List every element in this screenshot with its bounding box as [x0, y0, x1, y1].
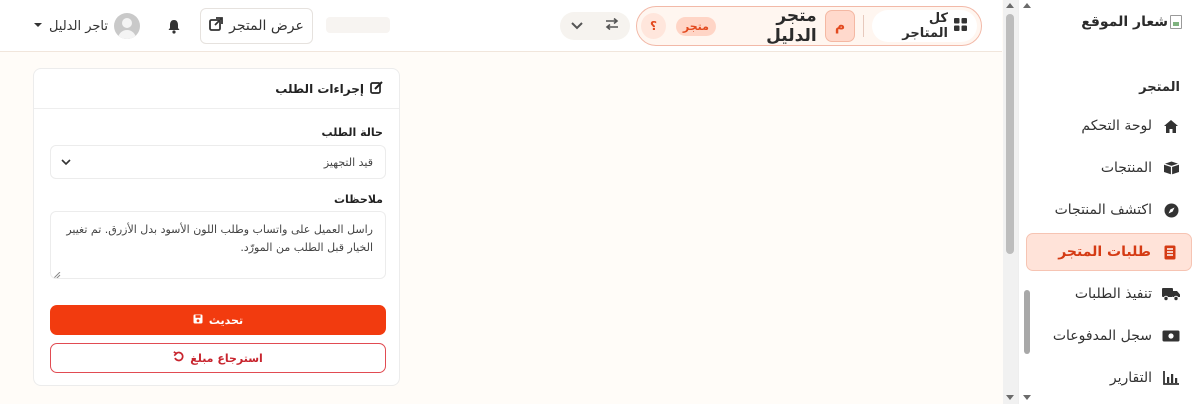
order-actions-card: إجراءات الطلب حالة الطلب قيد التجهيز ملا…	[33, 68, 400, 386]
all-stores-label: كل المتاجر	[902, 11, 948, 41]
sidebar-item-reports[interactable]: التقارير	[1026, 359, 1192, 397]
status-select[interactable]: قيد التجهيز	[50, 145, 386, 179]
sidebar-item-label: سجل المدفوعات	[1052, 328, 1152, 344]
top-bar: تاجر الدليل عرض المتجر كل المتاجر م متجر…	[0, 0, 1002, 52]
chart-icon	[1162, 369, 1180, 387]
sidebar-item-label: لوحة التحكم	[1081, 118, 1152, 134]
store-name: متجر الدليل	[766, 6, 817, 46]
scroll-thumb[interactable]	[1006, 14, 1014, 254]
sidebar-scrollbar[interactable]	[1021, 0, 1033, 404]
card-title: إجراءات الطلب	[275, 81, 364, 96]
sidebar-item-label: المنتجات	[1100, 160, 1152, 176]
sidebar-item-products[interactable]: المنتجات	[1026, 149, 1192, 187]
undo-icon	[173, 351, 184, 365]
view-store-label: عرض المتجر	[229, 18, 304, 34]
logo-text: شعار الموقع	[1081, 14, 1168, 30]
switch-arrows-icon	[605, 17, 619, 34]
main-scrollbar[interactable]	[1003, 0, 1018, 404]
edit-icon	[370, 80, 383, 97]
user-name: تاجر الدليل	[48, 18, 108, 34]
grid-icon	[954, 17, 967, 35]
scroll-down-arrow-icon[interactable]	[1006, 395, 1014, 400]
external-link-icon	[209, 17, 224, 35]
refund-label: استرجاع مبلغ	[190, 351, 263, 365]
store-switcher[interactable]	[560, 12, 630, 40]
home-icon	[1162, 117, 1180, 135]
divider	[863, 15, 865, 37]
view-store-button[interactable]: عرض المتجر	[200, 8, 313, 44]
placeholder-bar	[326, 17, 390, 33]
sidebar-item-payments[interactable]: سجل المدفوعات	[1026, 317, 1192, 355]
sidebar-item-store-orders[interactable]: طلبات المتجر	[1026, 233, 1192, 271]
update-button[interactable]: تحديث	[50, 305, 386, 335]
notes-textarea[interactable]: راسل العميل على واتساب وطلب اللون الأسود…	[50, 211, 386, 279]
sidebar-item-label: التقارير	[1109, 370, 1152, 386]
logo-image-icon	[1170, 15, 1182, 29]
scroll-up-arrow-icon[interactable]	[1006, 3, 1014, 8]
box-icon	[1162, 159, 1180, 177]
money-icon	[1162, 327, 1180, 345]
sidebar-item-label: تنفيذ الطلبات	[1074, 286, 1152, 302]
store-type-badge: متجر	[675, 16, 716, 36]
notes-text: راسل العميل على واتساب وطلب اللون الأسود…	[66, 223, 373, 254]
scroll-thumb[interactable]	[1024, 290, 1030, 354]
section-title-store: المتجر	[1139, 80, 1180, 95]
chevron-down-icon	[61, 156, 71, 169]
sidebar-item-label: اكتشف المنتجات	[1054, 202, 1152, 218]
status-label: حالة الطلب	[321, 126, 383, 139]
sidebar: شعار الموقع المتجر لوحة التحكم المنتجات …	[1018, 0, 1200, 404]
truck-icon	[1162, 285, 1180, 303]
avatar	[114, 13, 140, 39]
scroll-up-arrow-icon[interactable]	[1023, 3, 1031, 8]
user-menu[interactable]: تاجر الدليل	[26, 12, 140, 40]
sidebar-nav: لوحة التحكم المنتجات اكتشف المنتجات طلبا…	[1018, 107, 1200, 401]
receipt-icon	[1161, 243, 1179, 261]
save-icon	[193, 314, 203, 327]
chevron-down-icon	[571, 19, 583, 34]
compass-icon	[1162, 201, 1180, 219]
scroll-down-arrow-icon[interactable]	[1023, 395, 1031, 400]
notes-label: ملاحظات	[334, 193, 383, 206]
site-logo[interactable]: شعار الموقع	[1081, 14, 1182, 30]
help-button[interactable]: ؟	[641, 13, 666, 39]
caret-down-icon	[33, 19, 43, 34]
card-header: إجراءات الطلب	[34, 69, 399, 109]
bell-icon[interactable]	[164, 16, 184, 36]
refund-button[interactable]: استرجاع مبلغ	[50, 343, 386, 373]
sidebar-item-label: طلبات المتجر	[1058, 244, 1151, 260]
sidebar-item-discover[interactable]: اكتشف المنتجات	[1026, 191, 1192, 229]
status-value: قيد التجهيز	[323, 155, 373, 169]
sidebar-item-fulfillment[interactable]: تنفيذ الطلبات	[1026, 275, 1192, 313]
all-stores-button[interactable]: كل المتاجر	[872, 10, 977, 42]
resize-handle-icon[interactable]	[53, 268, 61, 278]
sidebar-item-dashboard[interactable]: لوحة التحكم	[1026, 107, 1192, 145]
update-label: تحديث	[208, 313, 244, 327]
store-avatar: م	[824, 10, 856, 42]
store-selector[interactable]: كل المتاجر م متجر الدليل متجر ؟	[636, 6, 982, 46]
